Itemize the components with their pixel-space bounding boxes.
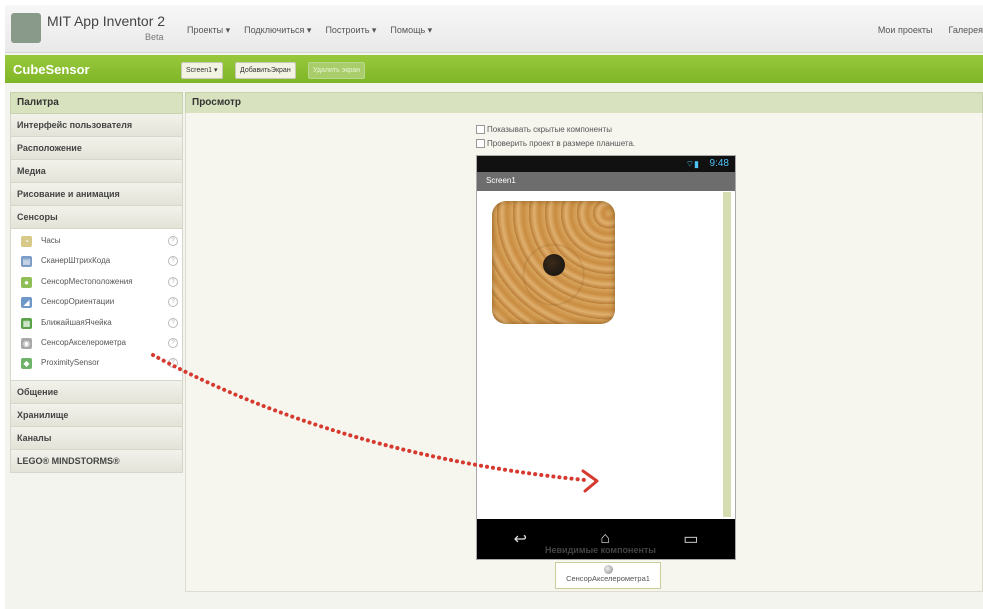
drag-arrow-annotation (151, 353, 599, 493)
app-inventor-window: MIT App Inventor 2 Beta Проекты ▾ Подклю… (5, 5, 983, 609)
dotted-arrow-path (151, 353, 587, 482)
